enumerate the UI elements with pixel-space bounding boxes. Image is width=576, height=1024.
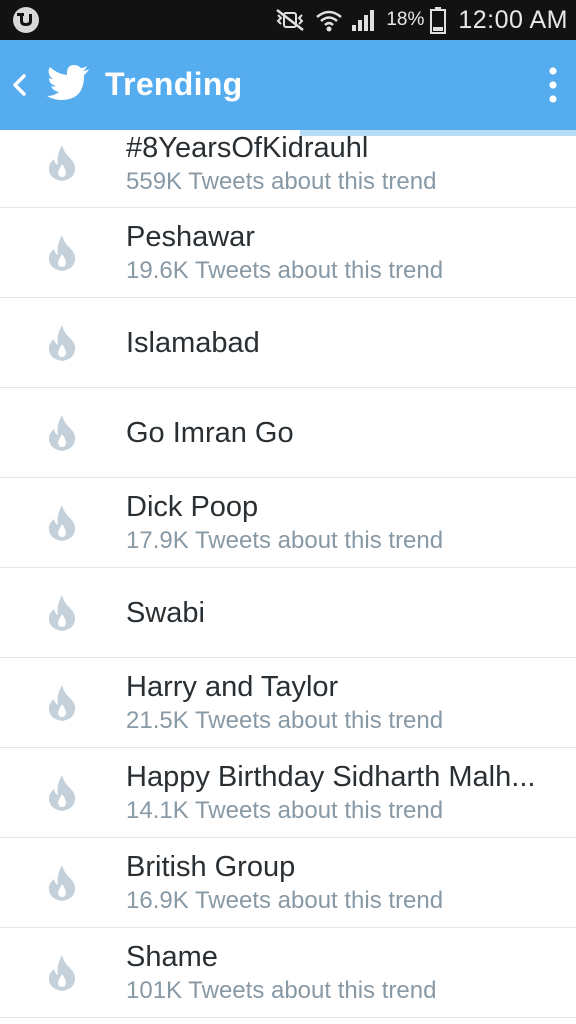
trend-row[interactable]: Go Imran Go (0, 388, 576, 478)
trend-row[interactable]: Happy Birthday Sidharth Malh... 14.1K Twe… (0, 748, 576, 838)
trend-row[interactable]: British Group 16.9K Tweets about this tre… (0, 838, 576, 928)
page-title: Trending (105, 66, 243, 102)
trend-name: Go Imran Go (126, 416, 294, 449)
trend-name: Islamabad (126, 326, 260, 359)
trend-tweet-count: 19.6K Tweets about this trend (126, 256, 444, 284)
signal-icon (352, 10, 375, 31)
trend-text: Go Imran Go (126, 388, 556, 477)
trend-text: Dick Poop 17.9K Tweets about this trend (126, 478, 556, 567)
trend-text: Happy Birthday Sidharth Malh... 14.1K Twe… (126, 748, 556, 837)
flame-icon (48, 235, 76, 271)
trend-row[interactable]: #8YearsOfKidrauhl 559K Tweets about this … (0, 136, 576, 208)
flame-icon (48, 955, 76, 991)
trend-tweet-count: 559K Tweets about this trend (126, 167, 437, 195)
trend-tweet-count: 21.5K Tweets about this trend (126, 706, 444, 734)
trend-row[interactable]: Harry and Taylor 21.5K Tweets about this … (0, 658, 576, 748)
trend-row[interactable]: Islamabad (0, 298, 576, 388)
trend-text: Peshawar 19.6K Tweets about this trend (126, 208, 556, 297)
flame-icon (48, 325, 76, 361)
back-arrow-icon[interactable] (10, 73, 28, 97)
flame-icon (48, 865, 76, 901)
trend-row[interactable]: Dick Poop 17.9K Tweets about this trend (0, 478, 576, 568)
trends-list[interactable]: #8YearsOfKidrauhl 559K Tweets about this … (0, 136, 576, 1024)
trend-text: Islamabad (126, 298, 556, 387)
wifi-icon (316, 10, 343, 32)
trend-name: Dick Poop (126, 490, 259, 523)
trend-tweet-count: 101K Tweets about this trend (126, 976, 437, 1004)
trend-tweet-count: 17.9K Tweets about this trend (126, 526, 444, 554)
trend-text: Harry and Taylor 21.5K Tweets about this … (126, 658, 556, 747)
trend-tweet-count: 16.9K Tweets about this trend (126, 886, 444, 914)
battery-icon (430, 7, 447, 34)
trend-name: #8YearsOfKidrauhl (126, 136, 369, 164)
utorrent-notification-icon (13, 7, 39, 33)
battery-percent: 18% (386, 9, 425, 30)
flame-icon (48, 505, 76, 541)
trend-name: Peshawar (126, 220, 255, 253)
trend-name: Happy Birthday Sidharth Malh... (126, 760, 536, 793)
trend-row[interactable]: Shame 101K Tweets about this trend (0, 928, 576, 1018)
twitter-bird-icon[interactable] (46, 64, 90, 102)
trend-text: Shame 101K Tweets about this trend (126, 928, 556, 1017)
trend-name: Shame (126, 940, 218, 973)
trend-row[interactable]: Peshawar 19.6K Tweets about this trend (0, 208, 576, 298)
trend-text: British Group 16.9K Tweets about this tre… (126, 838, 556, 927)
status-bar: 18% 12:00 AM (0, 0, 576, 40)
trend-tweet-count: 14.1K Tweets about this trend (126, 796, 444, 824)
mute-vibrate-icon (276, 9, 305, 31)
clock: 12:00 AM (458, 5, 568, 34)
trend-row[interactable]: Swabi (0, 568, 576, 658)
trend-name: Harry and Taylor (126, 670, 339, 703)
trend-text: Swabi (126, 568, 556, 657)
trend-name: British Group (126, 850, 296, 883)
flame-icon (48, 775, 76, 811)
flame-icon (48, 685, 76, 721)
flame-icon (48, 145, 76, 181)
overflow-menu-icon[interactable] (548, 65, 558, 105)
flame-icon (48, 415, 76, 451)
app-bar: Trending (0, 40, 576, 130)
flame-icon (48, 595, 76, 631)
trend-text: #8YearsOfKidrauhl 559K Tweets about this … (126, 136, 556, 207)
trend-name: Swabi (126, 596, 205, 629)
